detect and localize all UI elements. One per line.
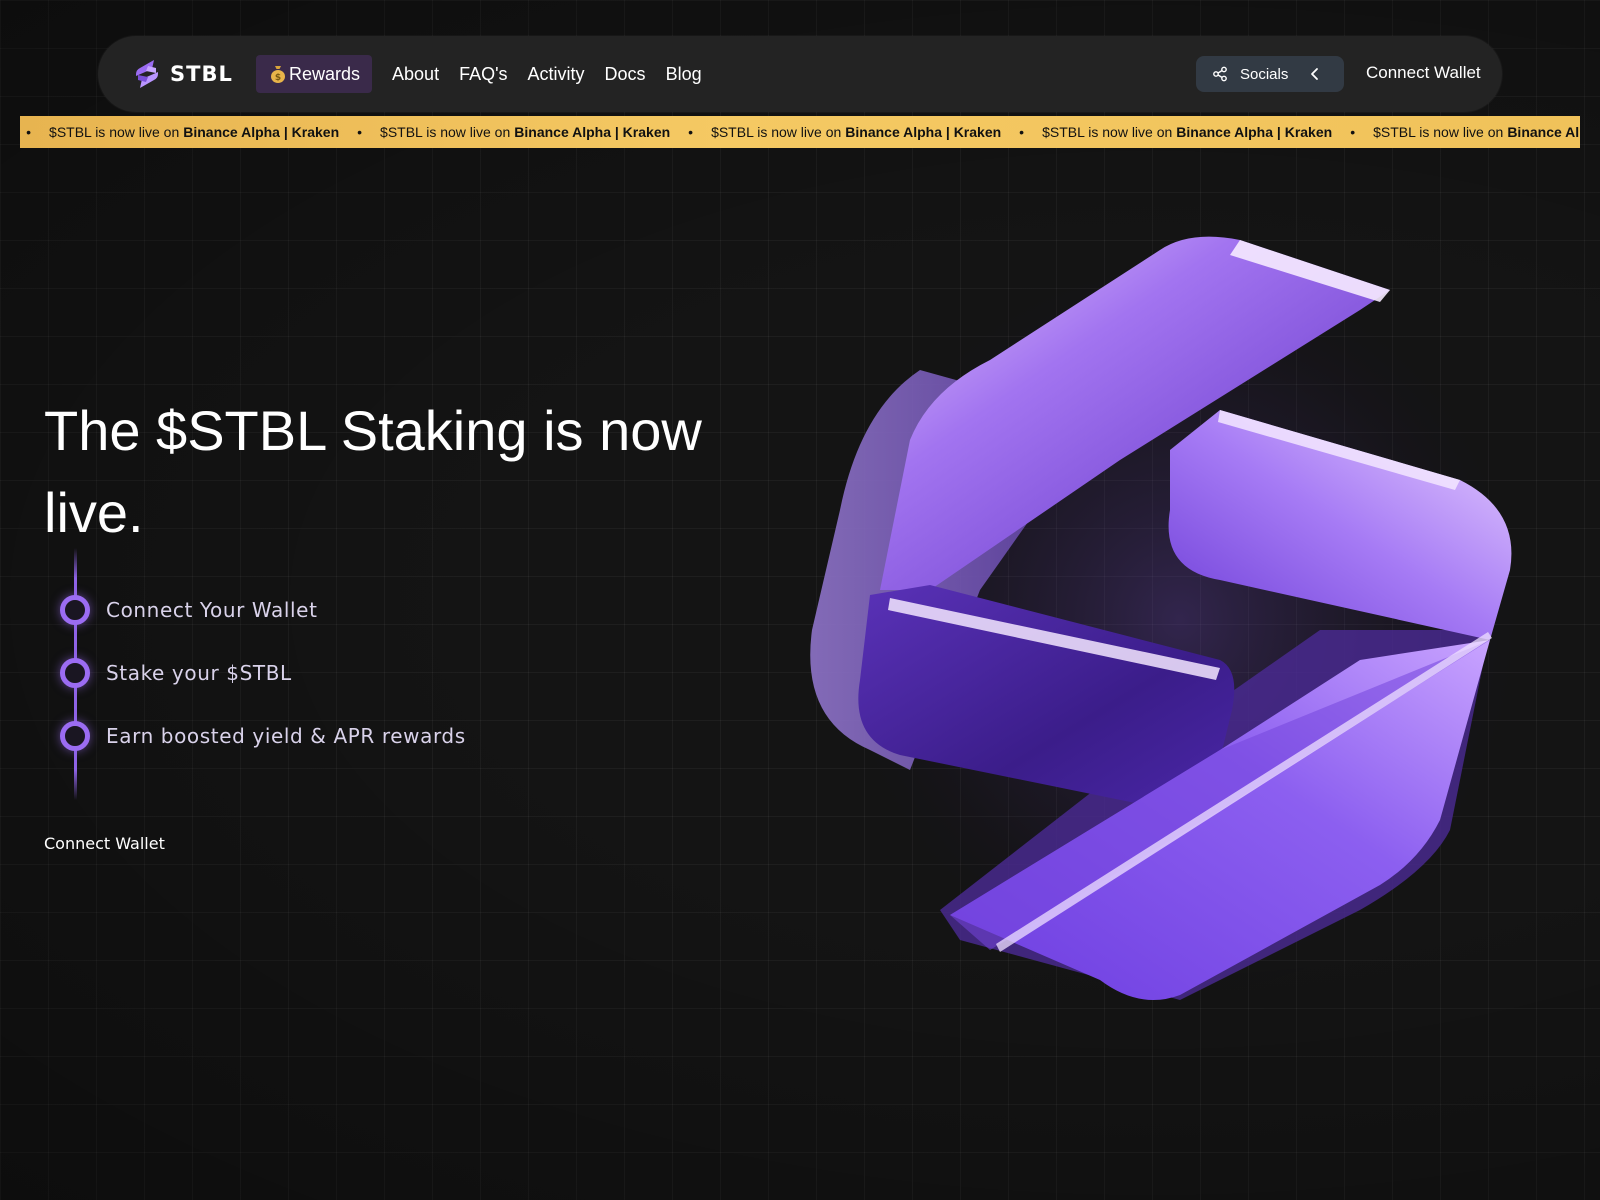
ticker-text: $STBL is now live on — [1373, 124, 1504, 140]
ticker-track: ken • $STBL is now live on Binance Alpha… — [20, 116, 1580, 148]
ticker-text: $STBL is now live on — [380, 124, 511, 140]
ticker-separator: • — [688, 124, 694, 140]
step-item: Connect Your Wallet — [60, 595, 318, 625]
ticker-separator: • — [1019, 124, 1025, 140]
connect-wallet-hero-button[interactable]: Connect Wallet — [44, 834, 165, 853]
nav-link-rewards[interactable]: $ Rewards — [256, 55, 373, 93]
connect-wallet-nav-button[interactable]: Connect Wallet — [1358, 54, 1489, 92]
ticker-highlight: Binance Alpha | Kraken — [1176, 124, 1333, 140]
chevron-left-icon — [1311, 68, 1318, 80]
nav-links: $ Rewards About FAQ's Activity Docs Blog — [256, 55, 722, 93]
ticker-item: $STBL is now live on Binance Alpha | Kra… — [380, 124, 670, 140]
svg-text:$: $ — [275, 73, 281, 83]
step-item: Earn boosted yield & APR rewards — [60, 721, 466, 751]
nav-link-faqs[interactable]: FAQ's — [459, 55, 507, 93]
stbl-logo-icon — [136, 60, 158, 88]
ticker-highlight: Binance Alpha | Kraken — [514, 124, 671, 140]
ticker-item: $STBL is now live on Binance Alpha | Kra… — [1042, 124, 1332, 140]
socials-button[interactable]: Socials — [1196, 56, 1344, 92]
ticker-highlight: Binance Alpha — [1507, 124, 1580, 140]
ticker-separator: • — [26, 124, 32, 140]
step-dot — [60, 721, 90, 751]
money-bag-icon: $ — [271, 66, 285, 83]
ticker-item: $STBL is now live on Binance Alpha | Kra… — [711, 124, 1001, 140]
ticker-highlight: Binance Alpha | Kraken — [183, 124, 340, 140]
top-navbar: STBL $ Rewards About FAQ's Activity Docs… — [98, 36, 1502, 112]
announcement-ticker: ken • $STBL is now live on Binance Alpha… — [20, 116, 1580, 148]
nav-link-activity[interactable]: Activity — [528, 55, 585, 93]
stbl-logo[interactable]: STBL — [132, 58, 233, 90]
ticker-text: $STBL is now live on — [49, 124, 180, 140]
stbl-3d-logo-illustration — [800, 220, 1560, 1020]
hero-title: The $STBL Staking is now live. — [44, 399, 702, 544]
ticker-text: $STBL is now live on — [1042, 124, 1173, 140]
step-item: Stake your $STBL — [60, 658, 292, 688]
step-label: Stake your $STBL — [106, 661, 292, 685]
share-icon — [1213, 66, 1227, 82]
ticker-separator: • — [357, 124, 363, 140]
nav-link-about[interactable]: About — [392, 55, 439, 93]
step-label: Connect Your Wallet — [106, 598, 318, 622]
ticker-item: $STBL is now live on Binance Alpha — [1373, 124, 1580, 140]
nav-link-rewards-label: Rewards — [289, 64, 361, 84]
ticker-separator: • — [1350, 124, 1356, 140]
logo-text: STBL — [170, 62, 233, 86]
nav-link-blog[interactable]: Blog — [666, 55, 702, 93]
socials-label: Socials — [1240, 65, 1289, 83]
nav-link-docs[interactable]: Docs — [605, 55, 646, 93]
ticker-highlight: Binance Alpha | Kraken — [845, 124, 1002, 140]
ticker-item: $STBL is now live on Binance Alpha | Kra… — [49, 124, 339, 140]
step-dot — [60, 658, 90, 688]
ticker-text: $STBL is now live on — [711, 124, 842, 140]
step-label: Earn boosted yield & APR rewards — [106, 724, 466, 748]
step-dot — [60, 595, 90, 625]
